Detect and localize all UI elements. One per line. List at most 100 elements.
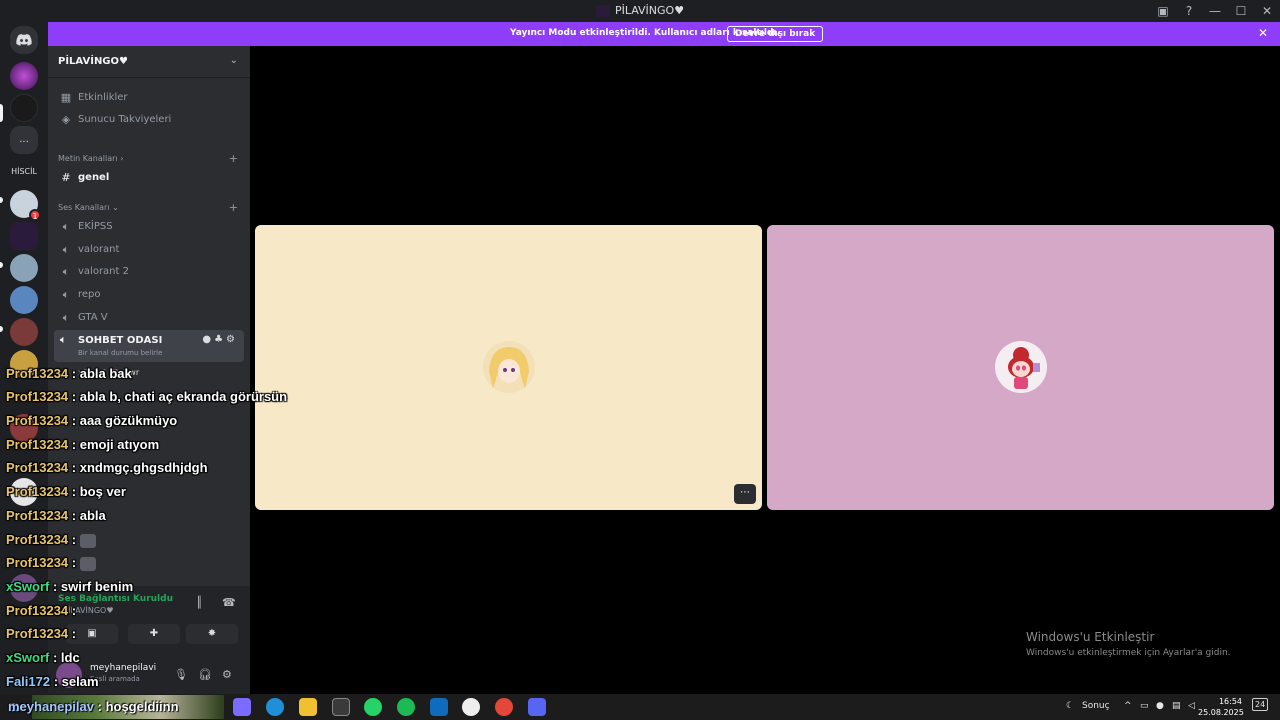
chat-username: Fali172 <box>6 674 51 689</box>
invite-icon[interactable]: ♣ <box>214 334 226 345</box>
whatsapp-icon[interactable] <box>364 698 382 716</box>
close-window-button[interactable]: ✕ <box>1254 4 1280 18</box>
voice-channel-label: valorant <box>78 244 120 255</box>
channel-tools: ●♣⚙ <box>202 334 238 345</box>
weather-label[interactable]: Sonuç <box>1082 701 1110 711</box>
weather-icon[interactable]: ☾ <box>1066 701 1074 711</box>
voice-channel-ekipss[interactable]: 🔈︎ EKİPSS <box>54 217 244 237</box>
microphone-icon[interactable]: 🎙︎ <box>174 668 188 681</box>
file-explorer-icon[interactable] <box>299 698 317 716</box>
server-icon-4[interactable] <box>10 222 38 250</box>
close-banner-icon[interactable]: ✕ <box>1258 26 1268 40</box>
disable-streamer-mode-button[interactable]: Devre dışı bırak <box>727 26 824 42</box>
chat-message: abla b, chati aç ekranda görürsün <box>79 389 288 404</box>
voice-channel-valorant-2[interactable]: 🔈︎ valorant 2 <box>54 262 244 282</box>
obs-icon[interactable] <box>462 698 480 716</box>
direct-messages-button[interactable] <box>10 26 38 54</box>
voice-channel-repo[interactable]: 🔈︎ repo <box>54 285 244 305</box>
speaker-icon: 🔈︎ <box>62 220 70 233</box>
chrome-icon[interactable] <box>495 698 513 716</box>
chat-line: Prof13234 : emoji atıyom <box>6 437 159 452</box>
notification-badge[interactable]: 24 <box>1252 698 1269 711</box>
system-clock[interactable]: 16:54 25.08.2025 <box>1198 696 1244 718</box>
activity-button[interactable]: ✚ <box>128 624 180 644</box>
speaker-icon: 🔈︎ <box>62 265 70 278</box>
chevron-up-icon[interactable]: ^ <box>1124 701 1132 711</box>
chat-line: xSworf : swirf benim <box>6 579 133 594</box>
device-icon[interactable]: ▭ <box>1140 701 1149 711</box>
hash-icon: # <box>61 171 71 184</box>
chat-separator: : <box>68 626 77 641</box>
maximize-button[interactable]: ☐ <box>1228 4 1254 18</box>
speaker-icon: 🔈︎ <box>62 288 70 301</box>
chat-icon[interactable]: ● <box>202 334 214 345</box>
channel-genel[interactable]: # genel <box>54 168 244 188</box>
chat-username: Prof13234 <box>6 389 69 404</box>
minimize-button[interactable]: — <box>1202 4 1228 18</box>
disconnect-icon[interactable]: ☎ <box>222 596 236 609</box>
discord-taskbar-icon[interactable] <box>528 698 546 716</box>
copilot-icon[interactable] <box>233 698 251 716</box>
text-channels-category[interactable]: Metin Kanalları › <box>58 154 123 163</box>
soundboard-button[interactable]: ✸ <box>186 624 238 644</box>
chat-username: Prof13234 <box>6 508 69 523</box>
network-icon[interactable]: ▤ <box>1172 701 1181 711</box>
edge-browser-icon[interactable] <box>266 698 284 716</box>
events-item[interactable]: ▦ Etkinlikler <box>54 88 244 108</box>
volume-icon[interactable]: ◁ <box>1188 701 1195 711</box>
server-hiscil[interactable]: HİSCİL <box>6 158 42 186</box>
chevron-right-icon: › <box>120 154 124 163</box>
chat-message: ldc <box>60 650 80 665</box>
help-icon[interactable]: ? <box>1176 4 1202 18</box>
server-icon-5[interactable] <box>10 254 38 282</box>
title-bar: PİLAVİNGO♥ ▣ ? — ☐ ✕ <box>0 0 1280 22</box>
voice-channel-sohbet-odasi[interactable]: 🔈︎ SOHBET ODASI Bir kanal durumu belirle… <box>54 330 244 362</box>
channel-genel-label: genel <box>78 172 110 183</box>
participant-tile-1[interactable]: ⋯ <box>255 225 762 510</box>
chat-line: Prof13234 : <box>6 555 96 571</box>
noise-suppression-icon[interactable]: ║ <box>196 596 203 609</box>
headphones-icon[interactable]: 🎧︎ <box>198 668 212 681</box>
server-icon-7[interactable] <box>10 318 38 346</box>
voice-channels-category[interactable]: Ses Kanalları ⌄ <box>58 203 119 212</box>
chat-emoji-icon <box>79 556 96 571</box>
add-text-channel-icon[interactable]: + <box>229 152 238 165</box>
server-name: PİLAVİNGO♥ <box>58 56 128 67</box>
text-category-label: Metin Kanalları <box>58 154 118 163</box>
chat-message: hoşgeldiinn <box>105 699 179 714</box>
chat-separator: : <box>68 460 80 475</box>
server-icon-pilavingo[interactable] <box>10 94 38 122</box>
chat-line: Prof13234 : xndmgç.ghgsdhjdgh <box>6 460 208 475</box>
settings-gear-icon[interactable]: ⚙ <box>226 334 238 345</box>
add-voice-channel-icon[interactable]: + <box>229 201 238 214</box>
store-icon[interactable] <box>332 698 350 716</box>
voice-channel-valorant[interactable]: 🔈︎ valorant <box>54 240 244 260</box>
voice-channel-gta-v[interactable]: 🔈︎ GTA V <box>54 308 244 328</box>
spotify-icon[interactable] <box>397 698 415 716</box>
participant-tile-2[interactable] <box>767 225 1274 510</box>
speaker-icon: 🔈︎ <box>62 311 70 324</box>
chat-username: Prof13234 <box>6 603 69 618</box>
chat-username: xSworf <box>6 650 50 665</box>
chat-message: emoji atıyom <box>79 437 160 452</box>
chat-line: Prof13234 : aaa gözükmüyo <box>6 413 177 428</box>
server-boosts-item[interactable]: ◈ Sunucu Takviyeleri <box>54 110 244 130</box>
participant-avatar <box>483 341 535 393</box>
inbox-icon[interactable]: ▣ <box>1150 4 1176 18</box>
chat-message: abla bak <box>79 366 132 381</box>
user-settings-gear-icon[interactable]: ⚙ <box>222 668 232 681</box>
server-icon-6[interactable] <box>10 286 38 314</box>
more-options-icon[interactable]: ⋯ <box>734 484 756 504</box>
voice-channel-label: repo <box>78 289 101 300</box>
clock-date: 25.08.2025 <box>1198 708 1244 717</box>
voice-channel-label: GTA V <box>78 312 108 323</box>
mic-tray-icon[interactable]: ● <box>1156 701 1164 711</box>
server-folder[interactable]: ... <box>10 126 38 154</box>
channel-status-hint[interactable]: Bir kanal durumu belirle <box>78 349 162 357</box>
chat-separator: : <box>68 555 80 570</box>
server-icon-1[interactable] <box>10 62 38 90</box>
server-icon-3[interactable]: 1 <box>10 190 41 221</box>
server-header[interactable]: PİLAVİNGO♥ ⌄ <box>48 46 250 78</box>
chat-username: Prof13234 <box>6 532 69 547</box>
outlook-icon[interactable] <box>430 698 448 716</box>
